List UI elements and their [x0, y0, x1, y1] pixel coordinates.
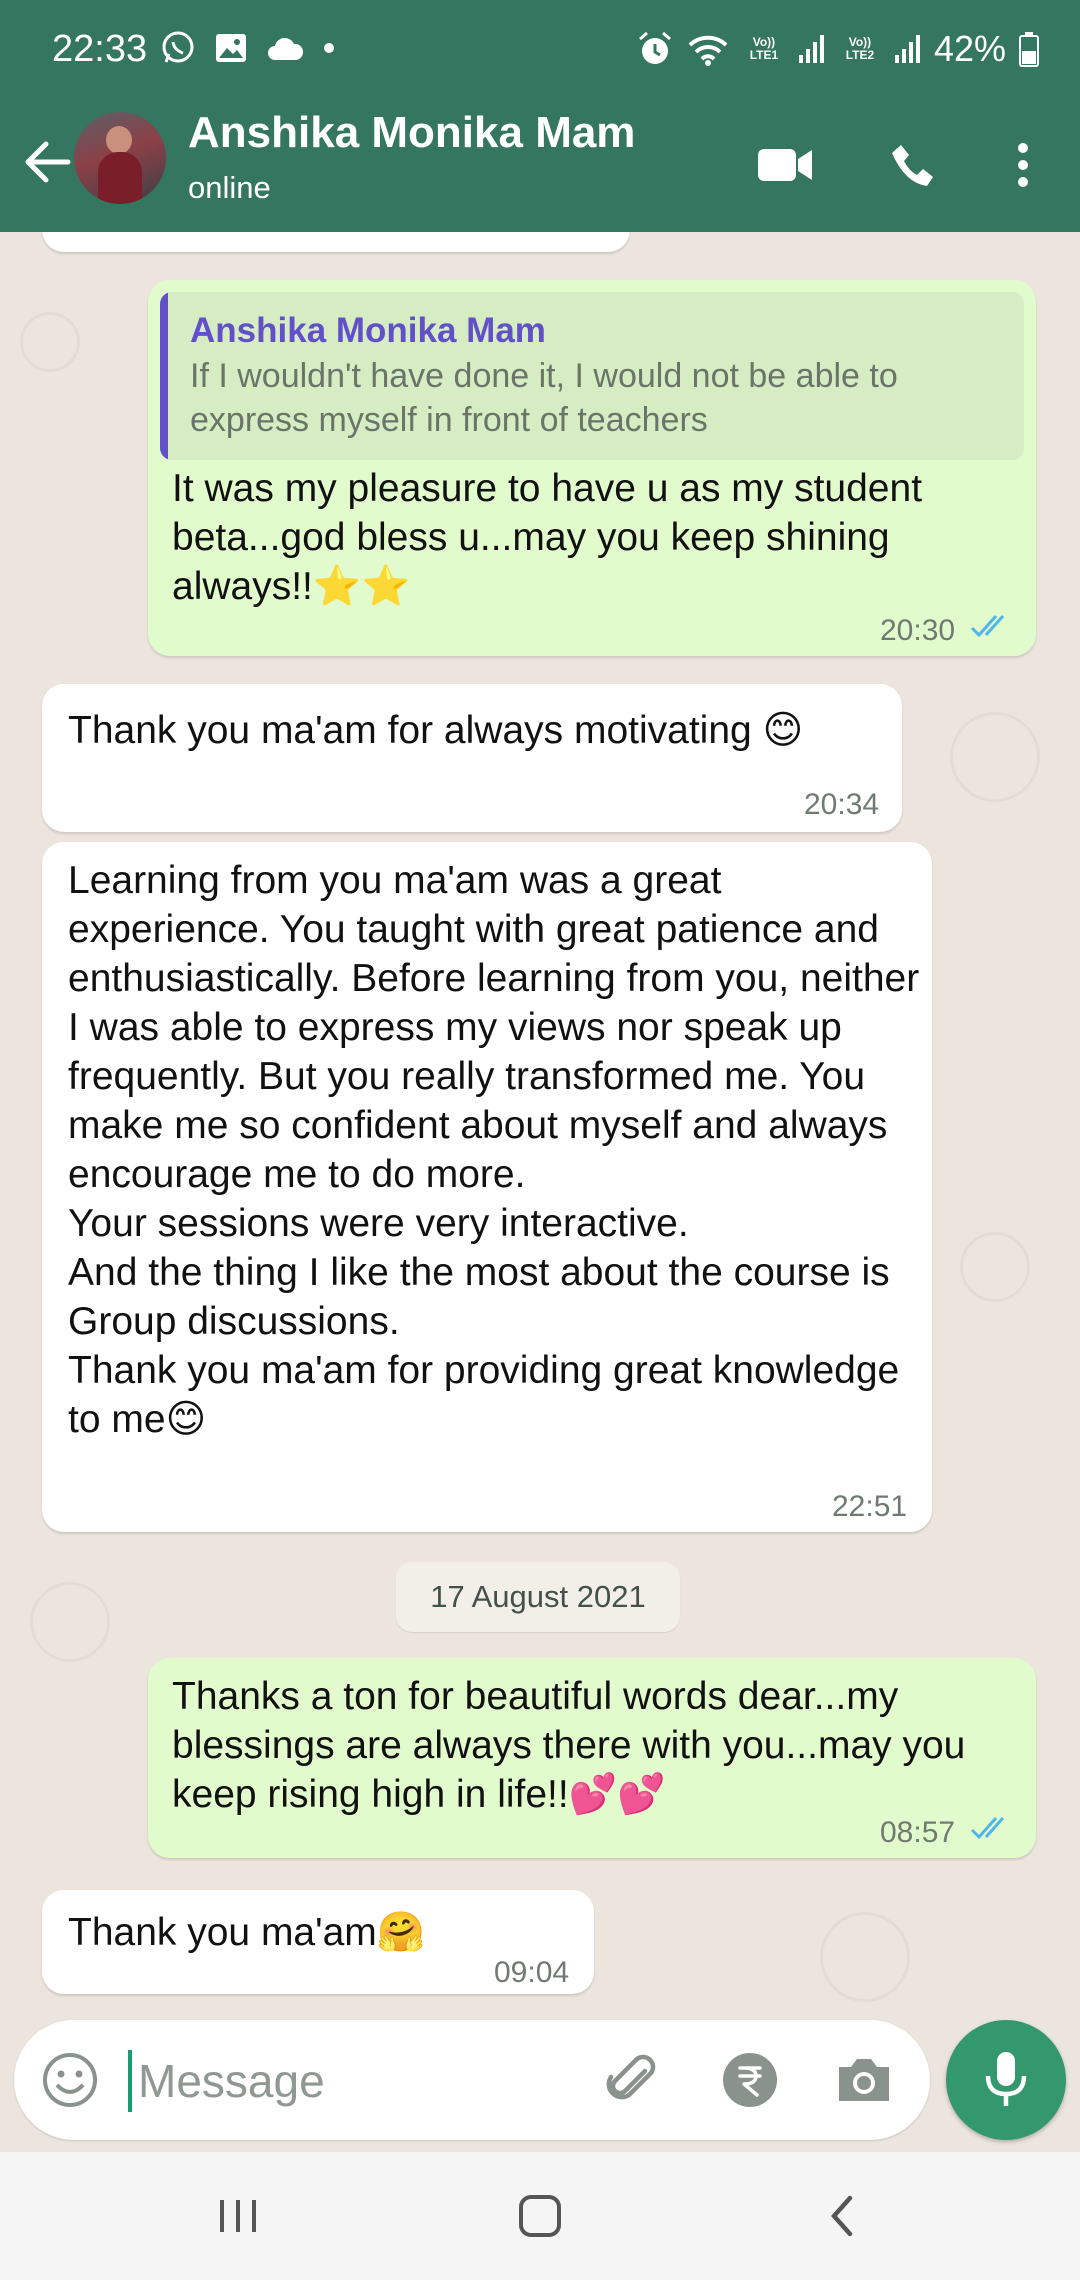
video-call-button[interactable]	[750, 130, 820, 200]
home-icon	[519, 2195, 561, 2237]
battery-icon	[1019, 32, 1039, 67]
quote-accent-bar	[160, 292, 168, 460]
message-time: 09:04	[494, 1956, 570, 1989]
home-button[interactable]	[500, 2180, 580, 2252]
avatar-face	[106, 126, 132, 154]
message-bubble-outgoing[interactable]: Thanks a ton for beautiful words dear...…	[148, 1658, 1036, 1858]
back-arrow-icon	[25, 141, 71, 183]
voice-call-button[interactable]	[878, 130, 948, 200]
message-text: It was my pleasure to have u as my stude…	[172, 467, 923, 608]
status-system-icons: Vo)) LTE1 Vo)) LTE2 42%	[636, 28, 1040, 70]
emoji-button[interactable]	[38, 2048, 102, 2112]
sim1-label: Vo)) LTE1	[749, 35, 779, 62]
message-text: Learning from you ma'am was a great expe…	[68, 859, 920, 1441]
alarm-icon	[638, 31, 671, 64]
wallpaper-doodle	[960, 1232, 1030, 1302]
system-navigation-bar	[0, 2152, 1080, 2280]
message-text: Thank you ma'am for always motivating 😊	[68, 709, 804, 752]
signal-icon	[798, 35, 824, 63]
recent-apps-button[interactable]	[198, 2180, 278, 2252]
sim2-label: Vo)) LTE2	[845, 35, 875, 62]
chevron-left-icon	[830, 2195, 853, 2237]
wallpaper-doodle	[30, 1582, 110, 1662]
message-time: 08:57	[880, 1816, 956, 1849]
avatar[interactable]	[74, 112, 166, 204]
wallpaper-doodle	[820, 1912, 910, 2002]
status-notification-icons	[160, 30, 336, 66]
message-bubble-incoming[interactable]: Learning from you ma'am was a great expe…	[42, 842, 932, 1532]
read-receipt-icon	[970, 614, 1005, 638]
more-options-button[interactable]	[988, 130, 1058, 200]
whatsapp-icon	[162, 31, 194, 63]
message-bubble-incoming[interactable]: Thank you ma'am🤗 09:04	[42, 1890, 594, 1994]
gallery-icon	[216, 34, 246, 62]
back-button[interactable]	[18, 132, 78, 192]
cloud-icon	[268, 37, 304, 60]
chat-header: 22:33 Vo)) LTE1 Vo)) LTE2 42% Anshika Mo…	[0, 0, 1080, 232]
mic-icon	[985, 2052, 1027, 2106]
wifi-icon	[688, 35, 728, 66]
message-input[interactable]	[128, 2050, 548, 2112]
date-separator: 17 August 2021	[396, 1562, 680, 1632]
contact-status: online	[188, 170, 271, 205]
voice-record-button[interactable]	[946, 2020, 1066, 2140]
signal-icon	[894, 35, 920, 63]
payment-button[interactable]	[718, 2048, 782, 2112]
previous-message-bubble[interactable]	[42, 232, 630, 252]
message-time: 20:30	[880, 614, 956, 647]
message-composer	[14, 2020, 930, 2140]
quoted-reply[interactable]: Anshika Monika Mam If I wouldn't have do…	[160, 292, 1024, 460]
message-time: 22:51	[832, 1490, 908, 1523]
more-icon	[1018, 143, 1028, 187]
app-bar: Anshika Monika Mam online	[0, 100, 1080, 232]
message-text: Thanks a ton for beautiful words dear...…	[172, 1675, 966, 1816]
camera-icon	[839, 2059, 889, 2101]
message-time: 20:34	[804, 788, 880, 821]
chat-area[interactable]: Anshika Monika Mam If I wouldn't have do…	[0, 232, 1080, 2020]
read-receipt-icon	[970, 1816, 1005, 1840]
status-time: 22:33	[52, 28, 148, 70]
attach-button[interactable]	[602, 2048, 666, 2112]
wallpaper-doodle	[20, 312, 80, 372]
message-bubble-incoming[interactable]: Thank you ma'am for always motivating 😊 …	[42, 684, 902, 832]
recent-apps-icon	[220, 2200, 256, 2232]
contact-name[interactable]: Anshika Monika Mam	[188, 108, 635, 158]
quoted-text: If I wouldn't have done it, I would not …	[190, 357, 898, 439]
message-text: Thank you ma'am🤗	[68, 1911, 426, 1954]
rupee-payment-icon	[723, 2053, 777, 2107]
message-bubble-outgoing[interactable]: Anshika Monika Mam If I wouldn't have do…	[148, 280, 1036, 656]
camera-button[interactable]	[832, 2048, 896, 2112]
video-call-icon	[758, 149, 812, 181]
emoji-icon	[43, 2053, 97, 2107]
battery-percent: 42%	[933, 28, 1006, 69]
phone-icon	[892, 145, 933, 186]
wallpaper-doodle	[950, 712, 1040, 802]
status-bar: 22:33 Vo)) LTE1 Vo)) LTE2 42%	[0, 0, 1080, 100]
avatar-body	[98, 152, 142, 204]
quoted-author: Anshika Monika Mam	[190, 311, 546, 350]
attach-icon	[606, 2054, 656, 2100]
dot-icon	[324, 43, 334, 53]
system-back-button[interactable]	[802, 2180, 882, 2252]
